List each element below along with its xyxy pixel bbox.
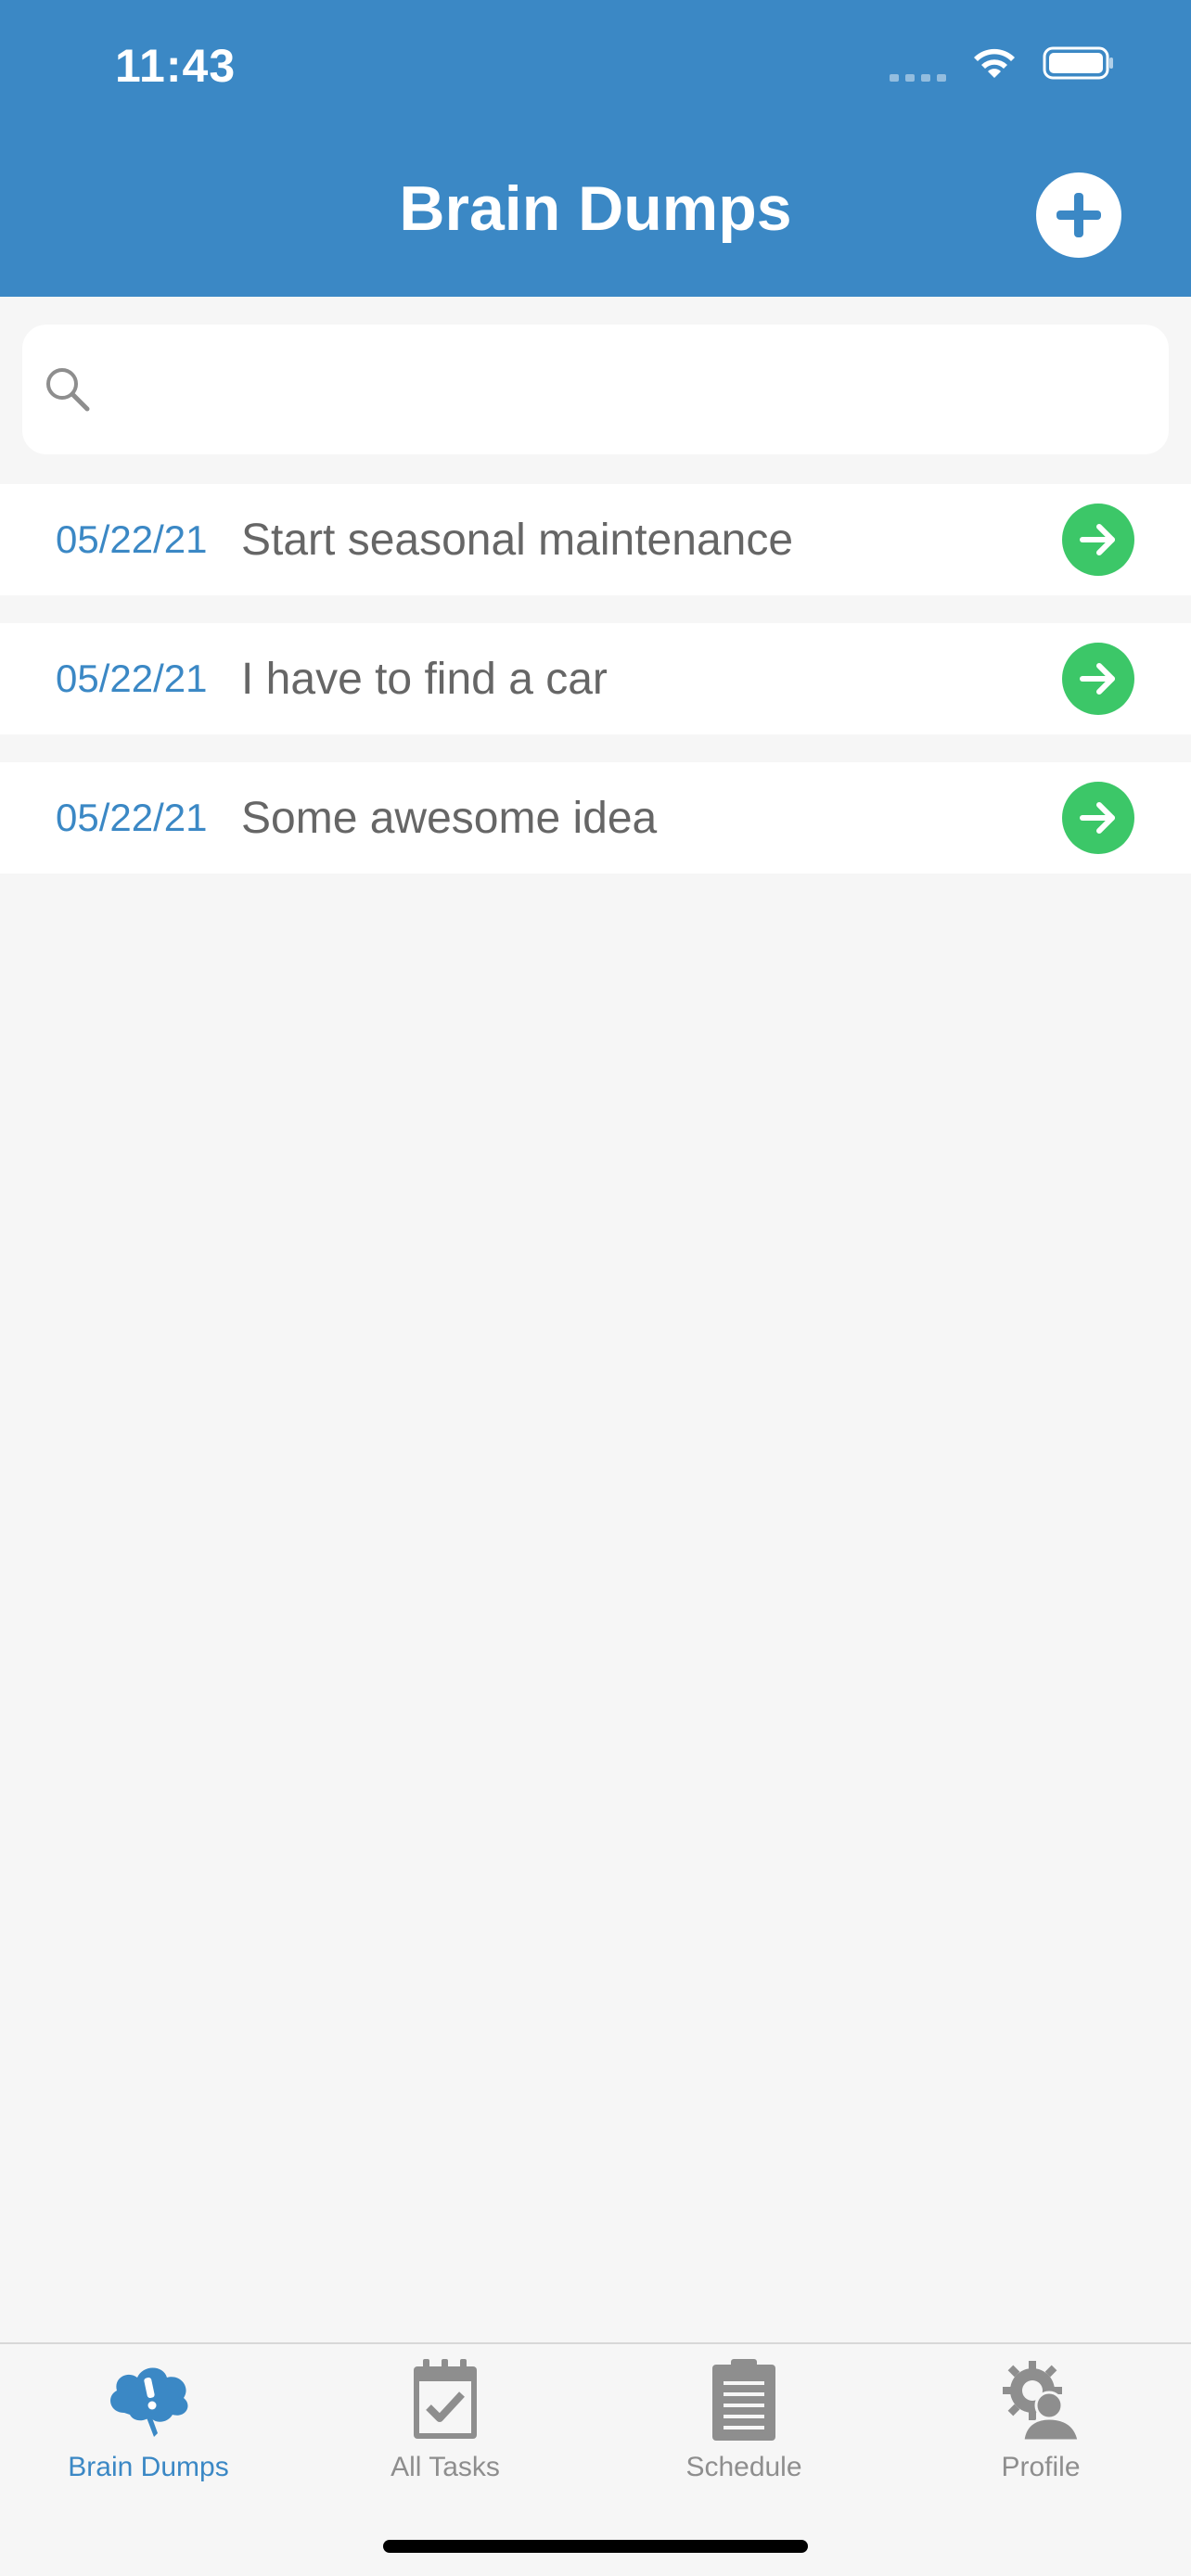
nav-header: 11:43 Brain Dumps <box>0 0 1191 297</box>
arrow-right-icon[interactable] <box>1062 782 1134 854</box>
tab-label: Brain Dumps <box>68 2452 229 2482</box>
arrow-right-icon[interactable] <box>1062 643 1134 715</box>
clipboard-icon <box>693 2353 795 2446</box>
plus-icon <box>1057 193 1101 237</box>
item-title: Start seasonal maintenance <box>241 515 794 565</box>
search-bar <box>22 325 1169 454</box>
cellular-signal-icon <box>890 73 946 82</box>
item-title: Some awesome idea <box>241 793 658 843</box>
item-date: 05/22/21 <box>56 517 208 561</box>
arrow-right-icon[interactable] <box>1062 504 1134 576</box>
tab-label: Schedule <box>685 2452 802 2482</box>
list-item[interactable]: 05/22/21 I have to find a car <box>0 623 1191 734</box>
tab-profile[interactable]: Profile <box>920 2353 1161 2483</box>
status-time: 11:43 <box>115 40 237 92</box>
search-input[interactable] <box>111 343 1132 436</box>
profile-gear-icon <box>990 2353 1092 2446</box>
screen: 11:43 Brain Dumps 05/22/21 Start seasona… <box>0 0 1191 2576</box>
status-icons <box>890 45 1115 86</box>
page-title: Brain Dumps <box>399 173 792 244</box>
brain-dump-list: 05/22/21 Start seasonal maintenance 05/2… <box>0 484 1191 901</box>
calendar-check-icon <box>394 2353 496 2446</box>
tab-label: All Tasks <box>391 2452 500 2482</box>
list-item[interactable]: 05/22/21 Start seasonal maintenance <box>0 484 1191 595</box>
brain-cloud-icon <box>97 2353 199 2446</box>
search-icon <box>46 368 90 412</box>
tab-all-tasks[interactable]: All Tasks <box>325 2353 566 2483</box>
tab-brain-dumps[interactable]: Brain Dumps <box>28 2353 269 2483</box>
item-title: I have to find a car <box>241 654 608 704</box>
item-date: 05/22/21 <box>56 657 208 700</box>
item-date: 05/22/21 <box>56 796 208 839</box>
list-item[interactable]: 05/22/21 Some awesome idea <box>0 762 1191 874</box>
home-indicator <box>383 2540 808 2553</box>
battery-icon <box>1043 45 1115 86</box>
tab-schedule[interactable]: Schedule <box>623 2353 864 2483</box>
add-brain-dump-button[interactable] <box>1036 172 1121 258</box>
tab-label: Profile <box>1001 2452 1081 2482</box>
wifi-icon <box>970 45 1018 86</box>
